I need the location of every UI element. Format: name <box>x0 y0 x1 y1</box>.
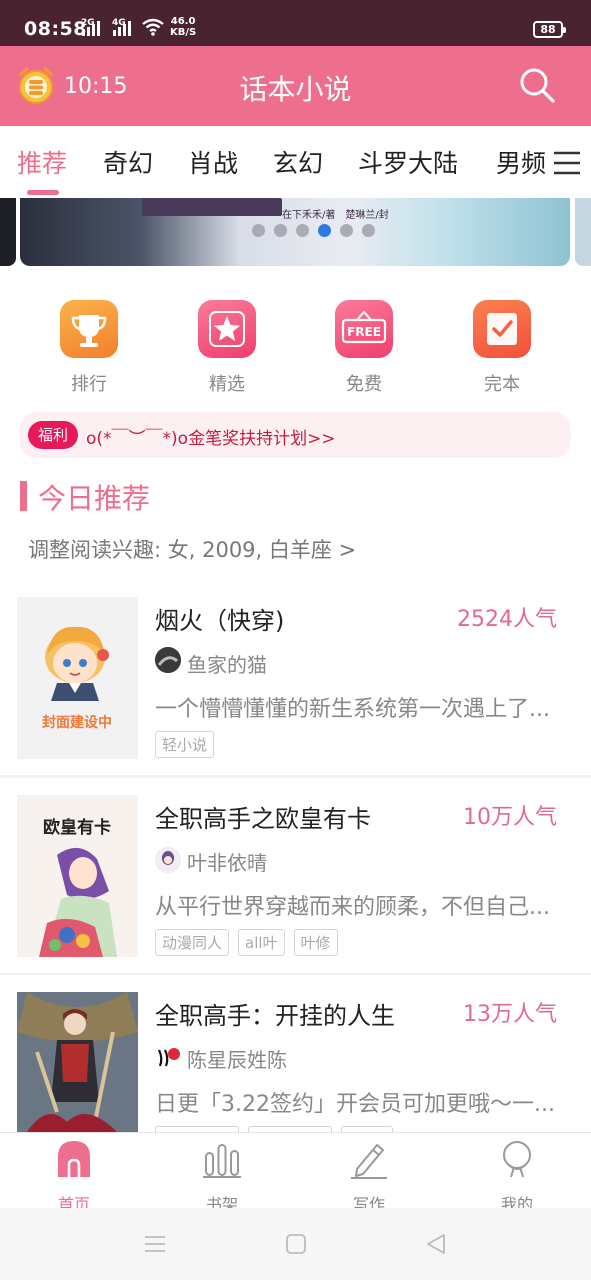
nav-home[interactable]: 首页 <box>29 1139 119 1215</box>
book-popularity: 13万人气 <box>463 1002 557 1027</box>
reading-interest-link[interactable]: 调整阅读兴趣: 女, 2009, 白羊座 > <box>28 534 356 564</box>
book-cover[interactable]: 封面建设中 <box>17 597 138 759</box>
menu-icon[interactable] <box>552 150 582 176</box>
ranking-button[interactable]: 排行 <box>44 296 134 396</box>
section-title: 今日推荐 <box>38 482 151 515</box>
cover-placeholder-text: 封面建设中 <box>42 714 112 731</box>
book-tag[interactable]: 动漫同人 <box>155 929 230 956</box>
book-cover[interactable] <box>17 992 138 1132</box>
tab-douluo[interactable]: 斗罗大陆 <box>358 144 458 180</box>
carousel-dot <box>340 224 353 237</box>
book-tags: 轻小说 <box>155 731 215 758</box>
profile-icon <box>503 1141 531 1178</box>
book-item[interactable]: 欧皇有卡 全职高手之欧皇有卡 10万人气 叶非依晴 从平行世界穿越而来的顾柔，不… <box>0 795 591 991</box>
tab-xuanhuan[interactable]: 玄幻 <box>273 144 323 180</box>
nav-profile[interactable]: 我的 <box>472 1139 562 1215</box>
welfare-badge: 福利 <box>28 421 78 449</box>
book-title[interactable]: 全职高手：开挂的人生 <box>155 996 395 1031</box>
tab-recommend[interactable]: 推荐 <box>17 144 67 180</box>
free-label: 免费 <box>346 374 382 395</box>
notice-text[interactable]: o(*￣︶￣*)o金笔奖扶持计划>> <box>86 424 336 449</box>
free-tag-icon: FREE <box>335 300 393 358</box>
status-time: 08:58 <box>24 18 87 40</box>
app-header: 10:15 话本小说 <box>0 46 591 126</box>
list-divider <box>0 775 591 778</box>
book-title[interactable]: 全职高手之欧皇有卡 <box>155 799 371 834</box>
bottom-navigation: 首页 书架 写作 我的 <box>0 1132 591 1214</box>
network-speed: 46.0 KB/S <box>170 16 197 38</box>
carousel-dot <box>274 224 287 237</box>
book-description: 从平行世界穿越而来的顾柔，不但自己... <box>155 895 550 920</box>
section-accent-bar <box>20 481 27 511</box>
book-author: 叶非依晴 <box>187 851 267 875</box>
category-tabs: 推荐 奇幻 肖战 玄幻 斗罗大陆 男频 <box>0 126 591 198</box>
banner-carousel[interactable]: 在下禾禾/著 楚琳兰/封 <box>0 198 591 268</box>
cover-title-text: 欧皇有卡 <box>43 817 111 838</box>
bookshelf-icon <box>203 1144 241 1178</box>
search-icon[interactable] <box>518 66 556 104</box>
tab-fantasy[interactable]: 奇幻 <box>103 144 153 180</box>
wifi-icon <box>142 18 164 36</box>
author-avatar <box>155 847 181 873</box>
book-tag[interactable]: 叶修 <box>293 929 338 956</box>
book-tags: 动漫同人 all叶 叶修 <box>155 929 338 956</box>
book-item[interactable]: 全职高手：开挂的人生 13万人气 陈星辰姓陈 日更「3.22签约」开会员可加更哦… <box>0 992 591 1132</box>
carousel-dot <box>252 224 265 237</box>
welfare-notice[interactable]: 福利 o(*￣︶￣*)o金笔奖扶持计划>> <box>20 412 571 458</box>
book-author: 鱼家的猫 <box>187 653 267 677</box>
check-box-icon <box>473 300 531 358</box>
author-avatar <box>155 647 181 673</box>
book-cover[interactable]: 欧皇有卡 <box>17 795 138 957</box>
system-navigation-bar <box>0 1208 591 1280</box>
carousel-dot <box>296 224 309 237</box>
pen-icon <box>351 1144 387 1179</box>
carousel-dot-active <box>318 224 331 237</box>
battery-icon: 88 <box>533 21 566 38</box>
completed-button[interactable]: 完本 <box>457 296 547 396</box>
banner-caption: 在下禾禾/著 楚琳兰/封 <box>282 210 389 221</box>
banner-next-slide <box>575 198 591 266</box>
book-tag[interactable]: all叶 <box>238 929 285 956</box>
banner-title-art <box>142 198 282 216</box>
tab-male[interactable]: 男频 <box>496 144 546 180</box>
tab-xiao-zhan[interactable]: 肖战 <box>188 144 238 180</box>
featured-button[interactable]: 精选 <box>182 296 272 396</box>
menu-icon[interactable] <box>143 1232 167 1256</box>
carousel-dot <box>362 224 375 237</box>
carousel-dots <box>252 224 375 237</box>
featured-label: 精选 <box>209 374 245 395</box>
signal-bars-icon <box>82 20 100 36</box>
svg-text:FREE: FREE <box>347 325 381 339</box>
book-author: 陈星辰姓陈 <box>187 1048 287 1072</box>
signal-bars-icon <box>113 20 131 36</box>
home-square-icon[interactable] <box>284 1232 308 1256</box>
book-description: 日更「3.22签约」开会员可加更哦～一... <box>155 1092 555 1117</box>
nav-write[interactable]: 写作 <box>324 1139 414 1215</box>
trophy-icon <box>60 300 118 358</box>
book-popularity: 10万人气 <box>463 805 557 830</box>
free-button[interactable]: FREE 免费 <box>319 296 409 396</box>
back-icon[interactable] <box>424 1232 448 1256</box>
status-bar: 08:58 2G 4G 46.0 KB/S 88 <box>0 0 591 46</box>
completed-label: 完本 <box>484 374 520 395</box>
home-icon <box>58 1141 90 1177</box>
ranking-label: 排行 <box>71 374 107 395</box>
author-avatar <box>155 1044 181 1070</box>
banner-image[interactable]: 在下禾禾/著 楚琳兰/封 <box>20 198 570 266</box>
book-title[interactable]: 烟火（快穿) <box>155 601 284 636</box>
active-tab-indicator <box>27 190 59 195</box>
book-tag[interactable]: 轻小说 <box>155 731 215 758</box>
book-item[interactable]: 封面建设中 烟火（快穿) 2524人气 鱼家的猫 一个懵懵懂懂的新生系统第一次遇… <box>0 597 591 793</box>
banner-prev-slide <box>0 198 16 266</box>
list-divider <box>0 973 591 975</box>
star-icon <box>198 300 256 358</box>
nav-bookshelf[interactable]: 书架 <box>177 1139 267 1215</box>
book-description: 一个懵懵懂懂的新生系统第一次遇上了... <box>155 697 550 722</box>
quick-actions: 排行 精选 FREE 免费 完本 <box>0 296 591 396</box>
app-title: 话本小说 <box>239 73 352 106</box>
book-popularity: 2524人气 <box>457 607 557 632</box>
